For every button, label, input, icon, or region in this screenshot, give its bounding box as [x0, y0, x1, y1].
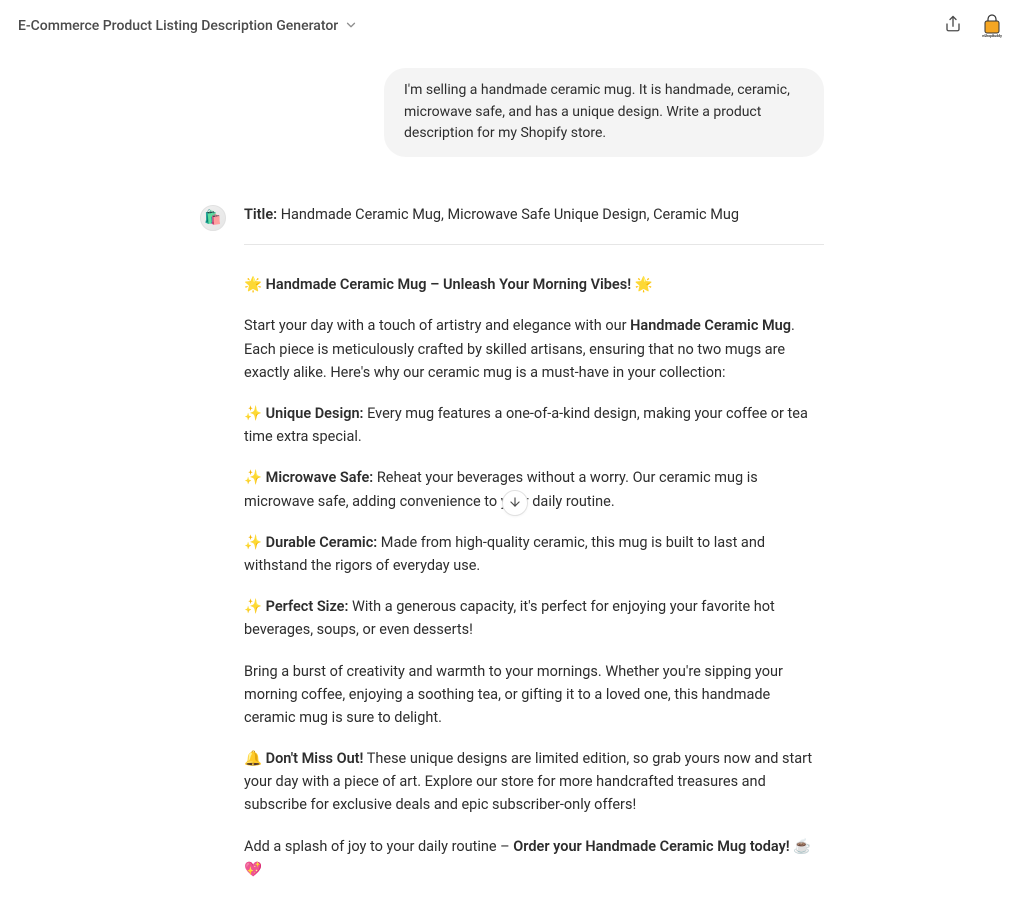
headline-text: 🌟 Handmade Ceramic Mug – Unleash Your Mo…: [244, 276, 653, 293]
miss-label: 🔔 Don't Miss Out!: [244, 750, 363, 767]
user-message-bubble: I'm selling a handmade ceramic mug. It i…: [384, 68, 824, 157]
conversation-title-dropdown[interactable]: E-Commerce Product Listing Description G…: [18, 18, 358, 35]
feature-unique-design: ✨ Unique Design: Every mug features a on…: [244, 402, 824, 448]
arrow-down-icon: [508, 494, 522, 513]
feature-label: ✨ Durable Ceramic:: [244, 534, 377, 551]
intro-pre: Start your day with a touch of artistry …: [244, 317, 630, 334]
feature-label: ✨ Unique Design:: [244, 405, 364, 422]
cta-pre: Add a splash of joy to your daily routin…: [244, 838, 513, 855]
feature-label: ✨ Perfect Size:: [244, 598, 348, 615]
conversation-area: I'm selling a handmade ceramic mug. It i…: [0, 48, 1024, 899]
feature-durable-ceramic: ✨ Durable Ceramic: Made from high-qualit…: [244, 531, 824, 577]
feature-label: ✨ Microwave Safe:: [244, 469, 373, 486]
closing-paragraph-1: Bring a burst of creativity and warmth t…: [244, 660, 824, 730]
dont-miss-out: 🔔 Don't Miss Out! These unique designs a…: [244, 747, 824, 817]
svg-text:eShopBuddy: eShopBuddy: [982, 34, 1002, 38]
section-divider: [244, 244, 824, 245]
assistant-message-row: 🛍️ Title: Handmade Ceramic Mug, Microwav…: [0, 181, 1024, 899]
intro-bold: Handmade Ceramic Mug: [630, 317, 791, 334]
title-value: Handmade Ceramic Mug, Microwave Safe Uni…: [281, 206, 739, 223]
intro-paragraph: Start your day with a touch of artistry …: [244, 314, 824, 384]
title-label: Title:: [244, 206, 277, 223]
chevron-down-icon: [344, 18, 358, 35]
assistant-message-content: Title: Handmade Ceramic Mug, Microwave S…: [244, 203, 824, 899]
user-message-row: I'm selling a handmade ceramic mug. It i…: [0, 68, 1024, 181]
feature-perfect-size: ✨ Perfect Size: With a generous capacity…: [244, 595, 824, 641]
share-icon[interactable]: [944, 15, 962, 37]
scroll-to-bottom-button[interactable]: [502, 490, 528, 516]
headline: 🌟 Handmade Ceramic Mug – Unleash Your Mo…: [244, 273, 824, 296]
feature-microwave-safe: ✨ Microwave Safe: Reheat your beverages …: [244, 466, 824, 512]
integration-logo[interactable]: eShopBuddy: [980, 14, 1004, 38]
product-title-line: Title: Handmade Ceramic Mug, Microwave S…: [244, 203, 824, 226]
header-actions: eShopBuddy: [944, 14, 1004, 38]
cta-bold: Order your Handmade Ceramic Mug today!: [513, 838, 789, 855]
assistant-avatar: 🛍️: [200, 205, 226, 231]
user-message-text: I'm selling a handmade ceramic mug. It i…: [404, 82, 790, 141]
conversation-title: E-Commerce Product Listing Description G…: [18, 18, 338, 34]
cta-line: Add a splash of joy to your daily routin…: [244, 835, 824, 881]
app-header: E-Commerce Product Listing Description G…: [0, 0, 1024, 48]
